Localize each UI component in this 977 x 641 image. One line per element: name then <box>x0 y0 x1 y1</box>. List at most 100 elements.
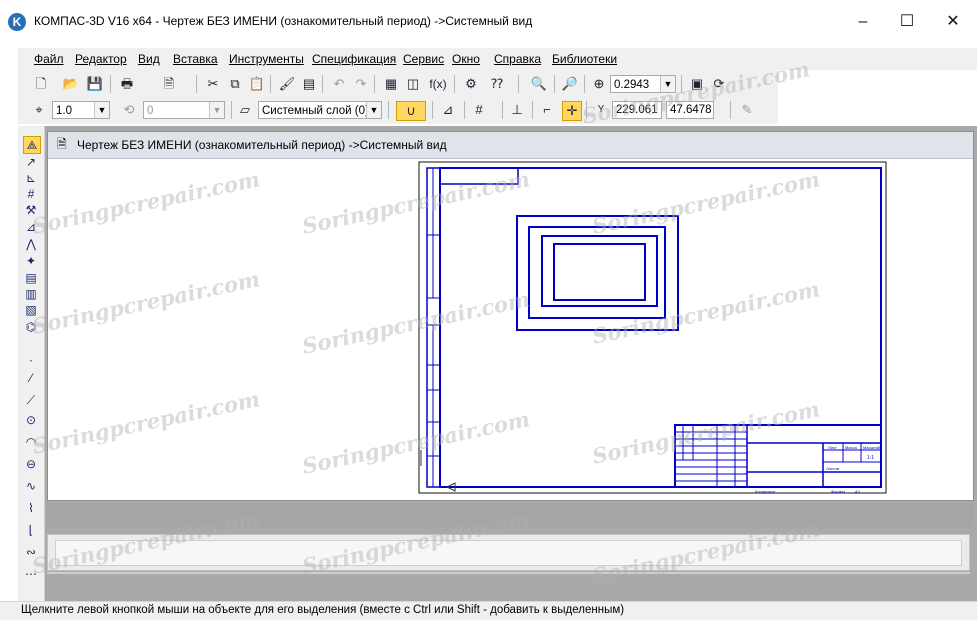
help-pointer-icon[interactable]: ⁇ <box>488 75 506 93</box>
toolbar-separator <box>196 75 197 93</box>
grid-icon[interactable]: # <box>470 101 488 119</box>
chevron-down-icon[interactable]: ▼ <box>660 76 675 92</box>
undo-icon[interactable]: ↶ <box>330 75 348 93</box>
redo-icon[interactable]: ↷ <box>352 75 370 93</box>
document-horizontal-strip[interactable] <box>47 503 974 527</box>
menu-insert[interactable]: Вставка <box>173 52 218 66</box>
command-input-area[interactable] <box>55 540 962 566</box>
polyline-icon[interactable]: ⌇ <box>23 500 39 516</box>
eraser-icon[interactable]: ✎ <box>738 101 756 119</box>
select-icon[interactable]: ⋀ <box>23 236 39 252</box>
chevron-down-icon[interactable]: ▼ <box>94 102 109 118</box>
maximize-button[interactable]: ☐ <box>894 10 920 36</box>
layer-select[interactable]: Системный слой (0) ▼ <box>258 101 382 119</box>
edit-icon[interactable]: # <box>23 186 39 202</box>
current-state-toolbar: ⌖ 1.0 ▼ ⟲ 0 ▼ ▱ Системный слой (0) ▼ ∪ ⊿… <box>18 98 778 124</box>
kompas-app-icon[interactable]: K <box>8 13 26 31</box>
menu-edit[interactable]: Редактор <box>75 52 127 66</box>
measure-icon[interactable]: ⊿ <box>23 219 39 235</box>
dimensions-icon[interactable]: ↗ <box>23 154 39 170</box>
properties-icon[interactable]: ▤ <box>300 75 318 93</box>
copy-icon[interactable]: ⧉ <box>226 75 244 93</box>
local-cs-icon[interactable]: ⊥ <box>508 101 526 119</box>
print-icon[interactable]: 🖶 <box>118 75 136 93</box>
zoom-all-icon[interactable]: 🔎 <box>561 75 579 93</box>
tb-bottom-format: Формат <box>831 489 845 494</box>
menu-view[interactable]: Вид <box>138 52 160 66</box>
segment-icon[interactable]: ⟋ <box>23 392 39 408</box>
chevron-down-icon[interactable]: ▼ <box>366 102 381 118</box>
open-folder-icon[interactable]: 📂 <box>62 75 80 93</box>
menu-libraries[interactable]: Библиотеки <box>552 52 617 66</box>
fragments-icon[interactable]: ▧ <box>23 302 39 318</box>
ellipse-icon[interactable]: ⊖ <box>23 456 39 472</box>
layers-icon[interactable]: ◫ <box>404 75 422 93</box>
zoom-frame-icon[interactable]: 🔍 <box>530 75 548 93</box>
document-header: 🗎 Чертеж БЕЗ ИМЕНИ (ознакомительный пери… <box>48 132 973 159</box>
toolbar-separator <box>322 75 323 93</box>
orthogonal-icon[interactable]: ⊿ <box>439 101 457 119</box>
circle-icon[interactable]: ⊙ <box>23 412 39 428</box>
arc-icon[interactable]: ◠ <box>23 434 39 450</box>
spec-icon[interactable]: ▤ <box>23 270 39 286</box>
menu-service[interactable]: Сервис <box>403 52 444 66</box>
cursor-y-field[interactable]: 47.6478 <box>666 101 714 119</box>
menu-window[interactable]: Окно <box>452 52 480 66</box>
insert-icon[interactable]: ⌬ <box>23 319 39 335</box>
zoom-in-icon[interactable]: ⊕ <box>590 75 608 93</box>
toolbar-separator <box>110 75 111 93</box>
collection-icon[interactable]: ⋯ <box>23 566 39 582</box>
properties-panel <box>47 534 970 571</box>
new-document-icon[interactable]: 🗋 <box>32 75 50 93</box>
paste-icon[interactable]: 📋 <box>248 75 266 93</box>
associative-views-icon[interactable]: ✦ <box>23 253 39 269</box>
document-window: 🗎 Чертеж БЕЗ ИМЕНИ (ознакомительный пери… <box>47 131 974 501</box>
copy-properties-icon[interactable]: 🖌 <box>278 75 296 93</box>
calculator-icon[interactable]: ⚙ <box>462 75 480 93</box>
angle-select[interactable]: 0 ▼ <box>143 101 225 119</box>
toolbar-separator <box>586 101 587 119</box>
designations-icon[interactable]: ⊾ <box>23 170 39 186</box>
round-icon[interactable]: ✛ <box>562 101 582 121</box>
save-icon[interactable]: 💾 <box>86 75 104 93</box>
show-all-icon[interactable]: ▣ <box>688 75 706 93</box>
cut-icon[interactable]: ✂ <box>204 75 222 93</box>
menu-tools[interactable]: Инструменты <box>229 52 304 66</box>
aux-line-icon[interactable]: ⁄ <box>23 370 39 386</box>
menu-help[interactable]: Справка <box>494 52 541 66</box>
contour-icon[interactable]: ∾ <box>23 544 39 560</box>
spline-icon[interactable]: ∿ <box>23 478 39 494</box>
menu-bar: Файл Редактор Вид Вставка Инструменты Сп… <box>18 48 977 70</box>
report-icon[interactable]: ▥ <box>23 286 39 302</box>
print-preview-icon[interactable]: 🗎 <box>160 75 178 93</box>
angle-value: 0 <box>147 105 154 117</box>
manager-icon[interactable]: ▦ <box>382 75 400 93</box>
menu-specification[interactable]: Спецификация <box>312 52 396 66</box>
close-button[interactable]: ✕ <box>940 10 966 36</box>
toolbar-separator <box>730 101 731 119</box>
parametrization-icon[interactable]: ⚒ <box>23 202 39 218</box>
minimize-button[interactable]: – <box>850 10 876 36</box>
toolbar-separator <box>432 101 433 119</box>
snap-magnet-icon[interactable]: ∪ <box>396 101 426 121</box>
geometry-icon[interactable]: ⟁ <box>23 136 41 154</box>
chamfer-icon[interactable]: ⌊ <box>23 522 39 538</box>
toolbar-separator <box>554 75 555 93</box>
layer-icon[interactable]: ▱ <box>236 101 254 119</box>
angle-step-icon[interactable]: ⟲ <box>120 101 138 119</box>
chevron-down-icon[interactable]: ▼ <box>209 102 224 118</box>
drawing-doc-icon: 🗎 <box>57 137 67 151</box>
zoom-scale-select[interactable]: 0.2943 ▼ <box>610 75 676 93</box>
toolbar-separator <box>681 75 682 93</box>
step-select[interactable]: 1.0 ▼ <box>52 101 110 119</box>
variables-fx-icon[interactable]: f(x) <box>426 75 450 93</box>
cursor-x-field[interactable]: 229.061 <box>612 101 662 119</box>
step-cursor-icon[interactable]: ⌖ <box>30 101 48 119</box>
point-icon[interactable]: ∙ <box>23 352 39 368</box>
toolbar-separator <box>270 75 271 93</box>
drawing-canvas[interactable]: Лист Масса Масштаб 1:1 Листов Копировал … <box>55 160 970 495</box>
ortho-mode-icon[interactable]: ⌐ <box>538 101 556 119</box>
menu-file[interactable]: Файл <box>34 52 64 66</box>
drawing-sheet-svg[interactable]: Лист Масса Масштаб 1:1 Листов Копировал … <box>55 160 970 495</box>
refresh-icon[interactable]: ⟳ <box>710 75 728 93</box>
